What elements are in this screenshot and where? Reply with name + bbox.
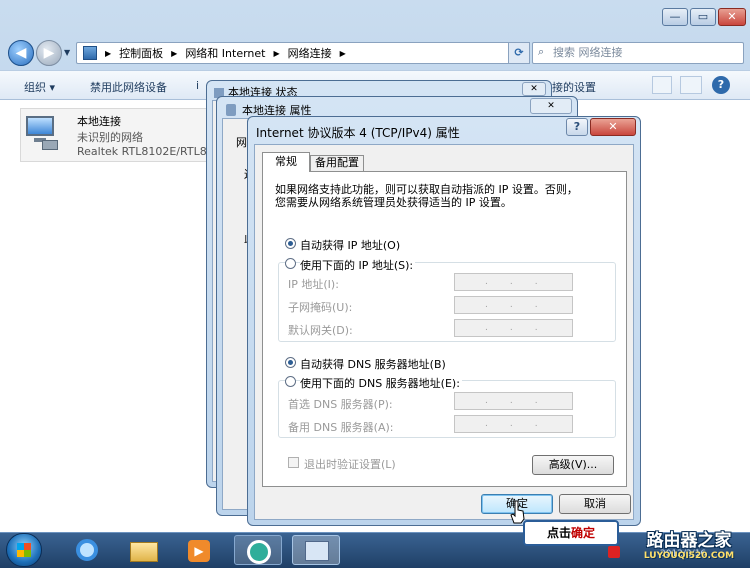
- tooltip-action: 确定: [571, 526, 596, 540]
- taskbar-network[interactable]: [292, 535, 340, 565]
- taskbar-explorer[interactable]: [120, 535, 168, 565]
- help-icon[interactable]: ?: [712, 76, 730, 94]
- forward-arrow-icon: ▶: [43, 45, 55, 61]
- properties-dialog-icon: [226, 104, 236, 116]
- media-player-icon: ▶: [188, 540, 210, 562]
- subnet-mask-field[interactable]: ...: [454, 296, 573, 314]
- help-button[interactable]: ?: [566, 118, 588, 136]
- address-bar[interactable]: ▶ 控制面板 ▶ 网络和 Internet ▶ 网络连接 ▶: [76, 42, 528, 64]
- internet-explorer-icon: [76, 539, 98, 561]
- search-icon: ⌕: [538, 45, 545, 58]
- toolbar-partial-item[interactable]: i: [196, 79, 199, 92]
- taskbar-app[interactable]: [234, 535, 282, 565]
- windows-logo-icon: [17, 543, 31, 557]
- preferred-dns-label: 首选 DNS 服务器(P):: [288, 398, 393, 411]
- cancel-button[interactable]: 取消: [559, 494, 631, 514]
- alternate-dns-field[interactable]: ...: [454, 415, 573, 433]
- adapter-status: 未识别的网络: [77, 131, 143, 144]
- close-button[interactable]: ✕: [718, 8, 746, 26]
- manual-dns-radio[interactable]: [285, 376, 296, 387]
- folder-icon: [130, 542, 158, 562]
- tray-alert-icon[interactable]: [608, 546, 620, 558]
- change-settings-button[interactable]: 接的设置: [552, 79, 596, 95]
- manual-dns-label[interactable]: 使用下面的 DNS 服务器地址(E):: [300, 375, 462, 391]
- search-input[interactable]: 搜索 网络连接: [532, 42, 744, 64]
- title-bar[interactable]: [0, 0, 750, 36]
- preferred-dns-field[interactable]: ...: [454, 392, 573, 410]
- site-watermark: 路由器之家 LUYOUQI520.COM: [628, 524, 750, 568]
- click-ok-tooltip: 点击确定: [523, 520, 619, 546]
- taskbar-media-player[interactable]: ▶: [176, 535, 224, 565]
- description-line-2: 您需要从网络系统管理员处获得适当的 IP 设置。: [275, 196, 512, 209]
- adapter-name: 本地连接: [77, 115, 121, 128]
- close-icon: ✕: [608, 120, 618, 133]
- maximize-button[interactable]: ▭: [690, 8, 716, 26]
- auto-ip-radio[interactable]: [285, 238, 296, 249]
- breadcrumb-control-panel[interactable]: 控制面板: [119, 45, 163, 61]
- manual-ip-radio[interactable]: [285, 258, 296, 269]
- organize-menu[interactable]: 组织 ▾: [24, 79, 55, 95]
- manual-ip-label[interactable]: 使用下面的 IP 地址(S):: [300, 257, 416, 273]
- preview-pane-icon[interactable]: [680, 76, 702, 94]
- subnet-mask-label: 子网掩码(U):: [288, 301, 353, 314]
- ip-address-label: IP 地址(I):: [288, 278, 339, 291]
- view-options-icon[interactable]: [652, 76, 672, 94]
- tab-general[interactable]: 常规: [262, 152, 310, 172]
- forward-button[interactable]: ▶: [36, 40, 62, 66]
- validate-settings-checkbox[interactable]: [288, 457, 299, 468]
- properties-fragment-1: 网: [236, 136, 247, 149]
- adapter-device: Realtek RTL8102E/RTL8: [77, 145, 207, 158]
- refresh-icon[interactable]: ⟳: [508, 42, 530, 64]
- back-arrow-icon: ◀: [15, 45, 27, 61]
- help-icon: ?: [573, 120, 581, 133]
- ipv4-close-button[interactable]: ✕: [590, 118, 636, 136]
- default-gateway-field[interactable]: ...: [454, 319, 573, 337]
- minimize-button[interactable]: —: [662, 8, 688, 26]
- advanced-button[interactable]: 高级(V)...: [532, 455, 614, 475]
- back-button[interactable]: ◀: [8, 40, 34, 66]
- network-folder-icon: [83, 46, 97, 60]
- watermark-title: 路由器之家: [646, 531, 732, 551]
- auto-ip-label[interactable]: 自动获得 IP 地址(O): [300, 237, 400, 253]
- ip-address-field[interactable]: ...: [454, 273, 573, 291]
- taskbar-ie[interactable]: [64, 535, 112, 565]
- default-gateway-label: 默认网关(D):: [288, 324, 353, 337]
- network-adapter-icon: [24, 112, 66, 154]
- start-button[interactable]: [6, 533, 42, 567]
- disable-device-button[interactable]: 禁用此网络设备: [90, 79, 167, 95]
- network-connections-icon: [305, 541, 329, 561]
- ipv4-dialog-title: Internet 协议版本 4 (TCP/IPv4) 属性: [256, 126, 460, 140]
- breadcrumb-network-internet[interactable]: 网络和 Internet: [185, 45, 265, 61]
- validate-settings-label[interactable]: 退出时验证设置(L): [304, 456, 396, 472]
- auto-dns-radio[interactable]: [285, 357, 296, 368]
- watermark-url: LUYOUQI520.COM: [643, 551, 735, 561]
- properties-dialog-close[interactable]: ✕: [530, 98, 572, 114]
- breadcrumb-network-connections[interactable]: 网络连接: [288, 45, 332, 61]
- tab-alternate-config[interactable]: 备用配置: [310, 155, 364, 171]
- status-dialog-close[interactable]: ✕: [522, 82, 546, 96]
- tooltip-prefix: 点击: [546, 526, 571, 540]
- auto-dns-label[interactable]: 自动获得 DNS 服务器地址(B): [300, 356, 446, 372]
- app-swirl-icon: [247, 540, 271, 564]
- alternate-dns-label: 备用 DNS 服务器(A):: [288, 421, 394, 434]
- history-dropdown-icon[interactable]: ▼: [64, 48, 70, 57]
